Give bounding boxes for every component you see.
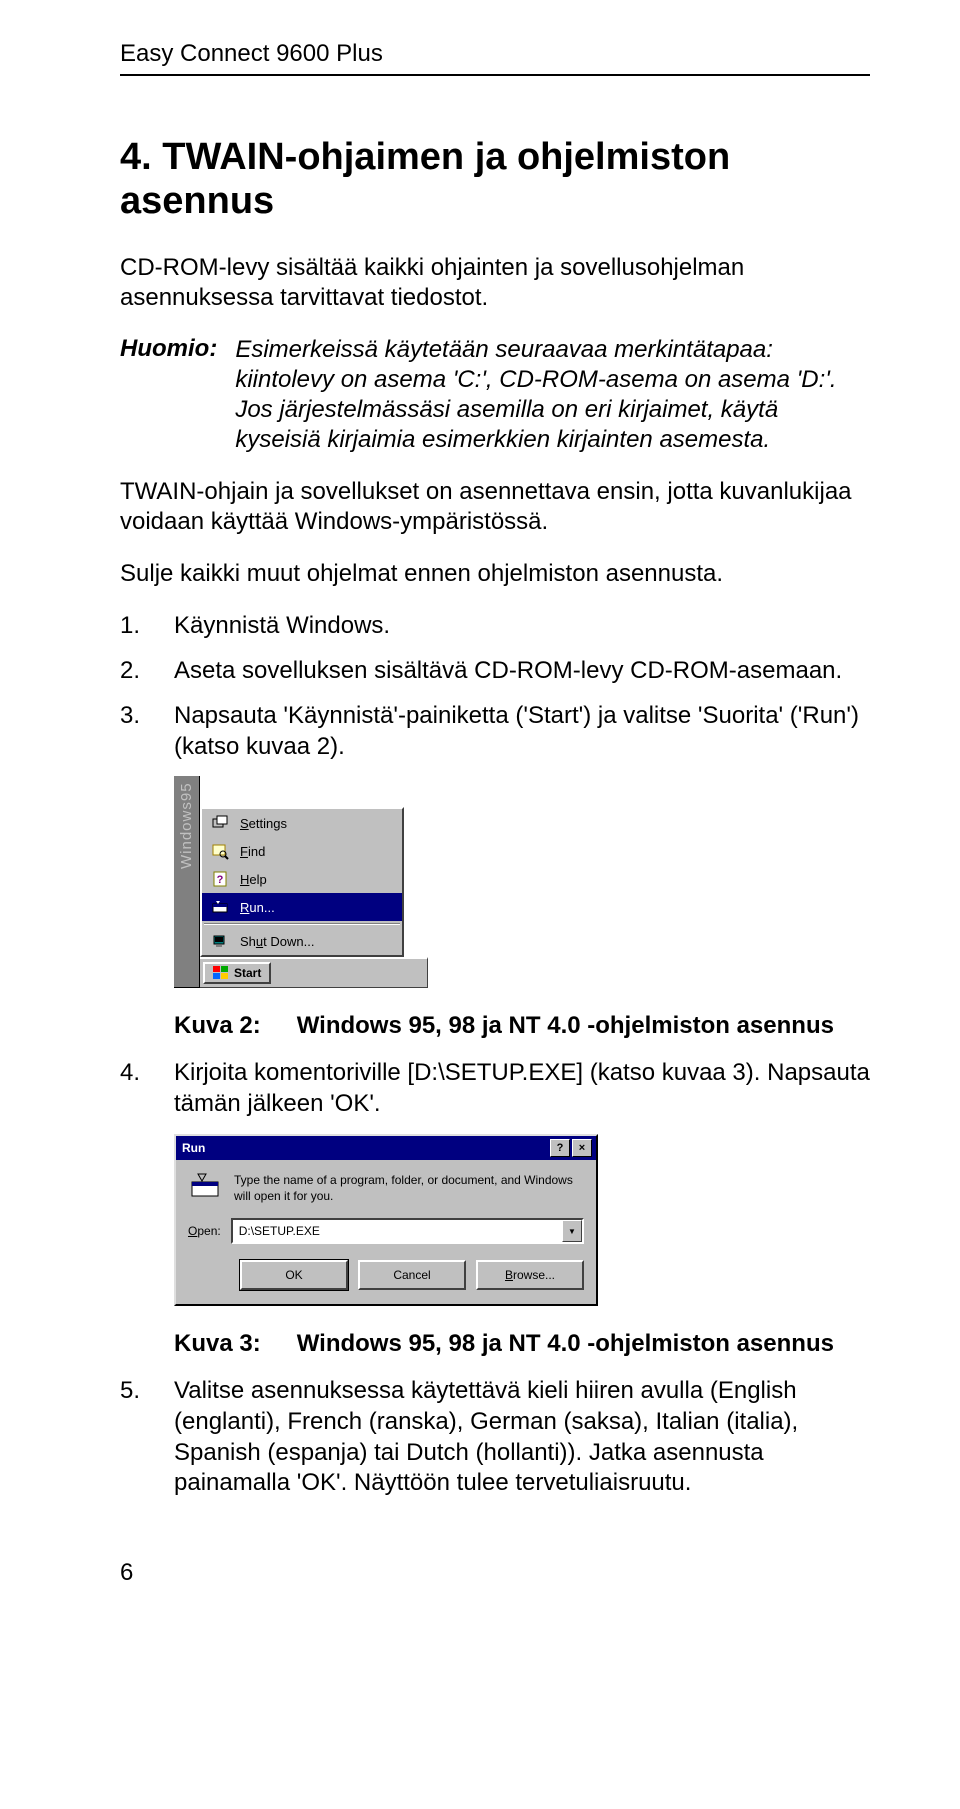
start-button[interactable]: Start <box>203 962 271 984</box>
start-button-label: Start <box>234 966 261 980</box>
section-heading: 4. TWAIN-ohjaimen ja ohjelmiston asennus <box>120 136 870 223</box>
step-number: 5. <box>120 1376 146 1499</box>
step-item: 5. Valitse asennuksessa käytettävä kieli… <box>120 1376 870 1499</box>
step-item: 1. Käynnistä Windows. <box>120 611 870 642</box>
steps-list-2: 4. Kirjoita komentoriville [D:\SETUP.EXE… <box>120 1058 870 1119</box>
ok-button[interactable]: OK <box>240 1260 348 1290</box>
run-icon <box>210 897 230 917</box>
figure-2-caption: Kuva 2: Windows 95, 98 ja NT 4.0 -ohjelm… <box>174 1012 870 1040</box>
caption-text: Windows 95, 98 ja NT 4.0 -ohjelmiston as… <box>297 1012 834 1040</box>
find-icon <box>210 841 230 861</box>
close-button[interactable]: × <box>572 1139 592 1157</box>
run-dialog: Run ? × Type the name of a program, fold… <box>174 1134 598 1306</box>
menu-label: Run... <box>240 900 275 915</box>
menu-label: Help <box>240 872 267 887</box>
page-header: Easy Connect 9600 Plus <box>120 40 870 68</box>
start-menu[interactable]: Settings Find ? Help <box>200 807 404 957</box>
notice-label: Huomio: <box>120 335 217 455</box>
windows-logo-icon <box>213 966 229 980</box>
menu-label: Shut Down... <box>240 934 314 949</box>
run-dialog-icon <box>188 1172 222 1200</box>
close-programs-paragraph: Sulje kaikki muut ohjelmat ennen ohjelmi… <box>120 559 870 589</box>
help-button[interactable]: ? <box>550 1139 570 1157</box>
start-menu-sidebar: Windows95 <box>174 776 200 988</box>
shutdown-icon <box>210 931 230 951</box>
step-number: 3. <box>120 701 146 762</box>
menu-separator <box>204 923 400 925</box>
step-text: Napsauta 'Käynnistä'-painiketta ('Start'… <box>174 701 870 762</box>
menu-label: Find <box>240 844 265 859</box>
notice-block: Huomio: Esimerkeissä käytetään seuraavaa… <box>120 335 870 455</box>
menu-label: Settings <box>240 816 287 831</box>
figure-3: Run ? × Type the name of a program, fold… <box>174 1134 870 1306</box>
step-number: 2. <box>120 656 146 687</box>
step-text: Kirjoita komentoriville [D:\SETUP.EXE] (… <box>174 1058 870 1119</box>
notice-text: Esimerkeissä käytetään seuraavaa merkint… <box>235 335 870 455</box>
start-menu-item-help[interactable]: ? Help <box>202 865 402 893</box>
step-text: Aseta sovelluksen sisältävä CD-ROM-levy … <box>174 656 842 687</box>
twain-paragraph: TWAIN-ohjain ja sovellukset on asennetta… <box>120 477 870 537</box>
caption-label: Kuva 2: <box>174 1012 261 1040</box>
chevron-down-icon: ▼ <box>568 1227 576 1236</box>
run-dialog-title: Run <box>182 1141 205 1155</box>
step-number: 1. <box>120 611 146 642</box>
start-menu-item-settings[interactable]: Settings <box>202 809 402 837</box>
taskbar: Start <box>200 957 428 988</box>
step-text: Valitse asennuksessa käytettävä kieli hi… <box>174 1376 870 1499</box>
open-label: Open: <box>188 1224 221 1238</box>
open-combobox[interactable]: ▼ <box>231 1218 584 1244</box>
cancel-button[interactable]: Cancel <box>358 1260 466 1290</box>
figure-3-caption: Kuva 3: Windows 95, 98 ja NT 4.0 -ohjelm… <box>174 1330 870 1358</box>
run-dialog-titlebar[interactable]: Run ? × <box>176 1136 596 1160</box>
step-number: 4. <box>120 1058 146 1119</box>
start-menu-item-run[interactable]: Run... <box>202 893 402 921</box>
intro-paragraph: CD-ROM-levy sisältää kaikki ohjainten ja… <box>120 253 870 313</box>
settings-icon <box>210 813 230 833</box>
steps-list-3: 5. Valitse asennuksessa käytettävä kieli… <box>120 1376 870 1499</box>
start-menu-item-find[interactable]: Find <box>202 837 402 865</box>
step-item: 4. Kirjoita komentoriville [D:\SETUP.EXE… <box>120 1058 870 1119</box>
start-menu-item-shutdown[interactable]: Shut Down... <box>202 927 402 955</box>
svg-text:?: ? <box>217 874 224 886</box>
figure-2: Windows95 Settings Find <box>174 776 870 988</box>
step-text: Käynnistä Windows. <box>174 611 390 642</box>
caption-label: Kuva 3: <box>174 1330 261 1358</box>
dropdown-button[interactable]: ▼ <box>562 1220 582 1242</box>
help-icon: ? <box>210 869 230 889</box>
caption-text: Windows 95, 98 ja NT 4.0 -ohjelmiston as… <box>297 1330 834 1358</box>
run-dialog-description: Type the name of a program, folder, or d… <box>234 1172 584 1204</box>
step-item: 3. Napsauta 'Käynnistä'-painiketta ('Sta… <box>120 701 870 762</box>
page-number: 6 <box>120 1559 870 1587</box>
step-item: 2. Aseta sovelluksen sisältävä CD-ROM-le… <box>120 656 870 687</box>
open-input[interactable] <box>233 1220 562 1242</box>
header-rule <box>120 74 870 76</box>
browse-button[interactable]: Browse... <box>476 1260 584 1290</box>
steps-list-1: 1. Käynnistä Windows. 2. Aseta sovelluks… <box>120 611 870 762</box>
